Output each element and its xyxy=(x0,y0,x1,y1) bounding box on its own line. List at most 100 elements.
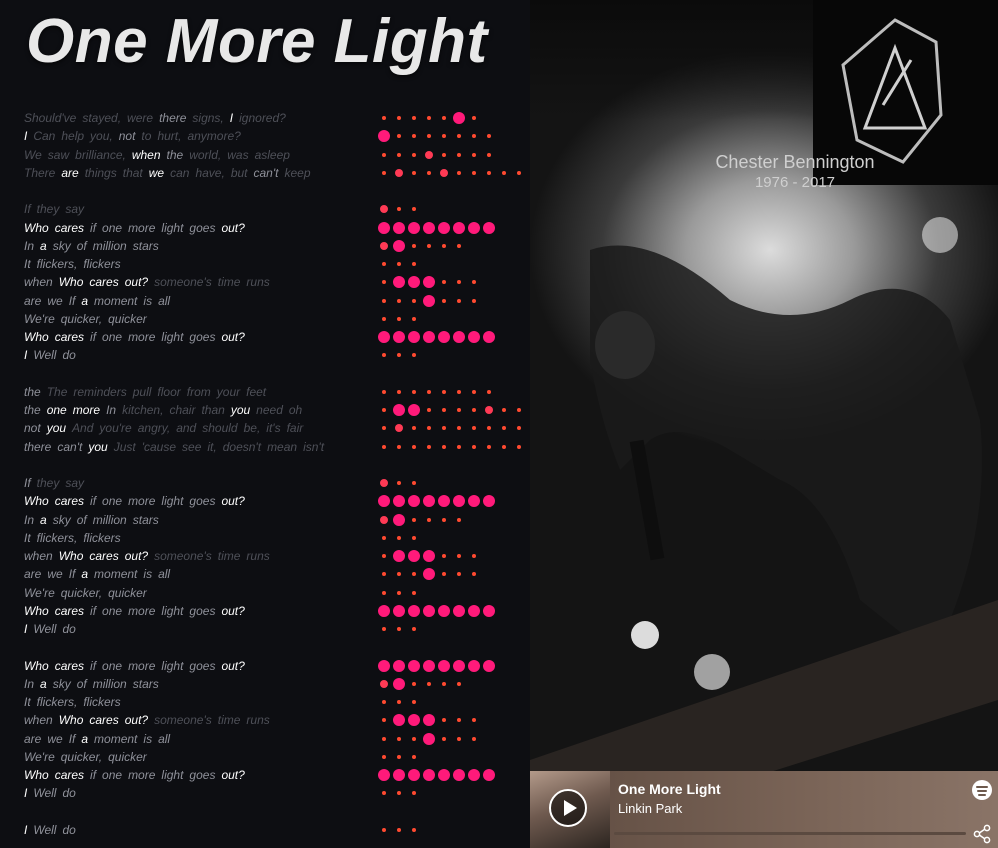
beat-dot xyxy=(397,153,401,157)
beat-dot xyxy=(408,550,420,562)
progress-bar[interactable] xyxy=(614,832,966,835)
lyric-word: Who xyxy=(58,275,84,289)
beat-dot xyxy=(442,554,446,558)
spotify-icon[interactable] xyxy=(972,780,992,800)
play-button[interactable] xyxy=(549,789,587,827)
beat-dot xyxy=(408,222,420,234)
beat-dot xyxy=(453,605,465,617)
lyric-word: you xyxy=(46,421,67,435)
beat-dot xyxy=(483,222,495,234)
lyric-line: Who cares if one more light goes out? xyxy=(24,329,251,345)
lyric-word: If xyxy=(68,567,76,581)
beat-dot xyxy=(487,445,491,449)
lyric-word: light xyxy=(161,659,184,673)
lyric-line: In a sky of million stars xyxy=(24,238,165,254)
beat-dot xyxy=(412,518,416,522)
lyric-word: someone's xyxy=(154,713,212,727)
lyric-word: one xyxy=(102,221,123,235)
lyric-word: if xyxy=(90,494,97,508)
beat-dot xyxy=(472,171,476,175)
beat-dot xyxy=(442,518,446,522)
beat-dot xyxy=(412,445,416,449)
beat-dot xyxy=(423,295,435,307)
beat-dot xyxy=(382,445,386,449)
lyric-line: not you And you're angry, and should be, it's fai… xyxy=(24,420,309,436)
lyric-word: runs xyxy=(246,549,270,563)
lyric-word: sky xyxy=(52,239,71,253)
lyric-word: all xyxy=(158,567,171,581)
lyric-word: can xyxy=(170,166,190,180)
beat-dot xyxy=(457,280,461,284)
lyric-word: see xyxy=(182,440,202,454)
lyric-word: It xyxy=(24,695,31,709)
lyric-line: It flickers, flickers xyxy=(24,256,127,272)
beat-dot xyxy=(517,171,521,175)
beat-dot xyxy=(453,112,465,124)
beat-dot xyxy=(423,276,435,288)
lyric-word: one xyxy=(102,659,123,673)
lyric-word: do xyxy=(62,622,76,636)
lyric-word: have, xyxy=(195,166,225,180)
lyric-line: Should've stayed, were there signs, Iignored? xyxy=(24,110,292,126)
lyric-word: fair xyxy=(286,421,304,435)
beat-dot xyxy=(472,554,476,558)
lyric-word: there xyxy=(24,440,52,454)
lyric-word: and xyxy=(176,421,197,435)
beat-dot xyxy=(457,244,461,248)
lyric-word: more xyxy=(128,768,156,782)
lyric-word: one xyxy=(102,494,123,508)
lyric-word: There xyxy=(24,166,56,180)
beat-dot xyxy=(427,390,431,394)
beat-dot xyxy=(393,222,405,234)
lyric-word: oh xyxy=(288,403,303,417)
beat-dot xyxy=(483,769,495,781)
beat-dot xyxy=(382,627,386,631)
lyric-word: In xyxy=(24,677,35,691)
beat-dot xyxy=(468,222,480,234)
lyric-word: feet xyxy=(246,385,267,399)
lyric-word: they xyxy=(36,476,60,490)
lyric-line: There are things that we can have, but can't keep xyxy=(24,165,317,181)
beat-dot xyxy=(502,445,506,449)
beat-dot xyxy=(487,153,491,157)
lyric-word: Who xyxy=(58,549,84,563)
lyric-word: out? xyxy=(124,275,149,289)
beat-dot xyxy=(382,718,386,722)
beat-dot xyxy=(483,495,495,507)
lyric-word: cares xyxy=(89,549,119,563)
beat-dot xyxy=(427,445,431,449)
lyric-word: are xyxy=(61,166,79,180)
share-icon[interactable] xyxy=(971,823,993,845)
beat-dot xyxy=(453,660,465,672)
beat-dot xyxy=(408,660,420,672)
beat-dot xyxy=(412,171,416,175)
lyric-word: be, xyxy=(243,421,261,435)
beat-dot xyxy=(423,495,435,507)
beat-dot xyxy=(382,153,386,157)
beat-dot xyxy=(382,700,386,704)
lyric-word: quicker, xyxy=(60,312,103,326)
beat-dot xyxy=(380,479,388,487)
lyric-word: you're xyxy=(99,421,132,435)
track-title: One More Light xyxy=(618,781,721,797)
lyric-word: help xyxy=(61,129,85,143)
lyric-word: goes xyxy=(189,659,216,673)
beat-dot xyxy=(442,280,446,284)
beat-dot xyxy=(487,390,491,394)
beat-dot xyxy=(412,737,416,741)
lyric-word: of xyxy=(76,513,87,527)
beat-dot xyxy=(472,280,476,284)
lyric-word: goes xyxy=(189,604,216,618)
beat-dot xyxy=(457,445,461,449)
beat-dot xyxy=(412,426,416,430)
lyric-word: cares xyxy=(89,275,119,289)
lyric-word: quicker xyxy=(108,312,147,326)
lyric-word: was xyxy=(227,148,249,162)
beat-dot xyxy=(457,153,461,157)
beat-dot xyxy=(382,353,386,357)
lyric-word: a xyxy=(81,294,89,308)
beat-dot xyxy=(382,299,386,303)
beat-dot xyxy=(382,426,386,430)
lyric-word: out? xyxy=(221,330,245,344)
beat-dot xyxy=(397,591,401,595)
